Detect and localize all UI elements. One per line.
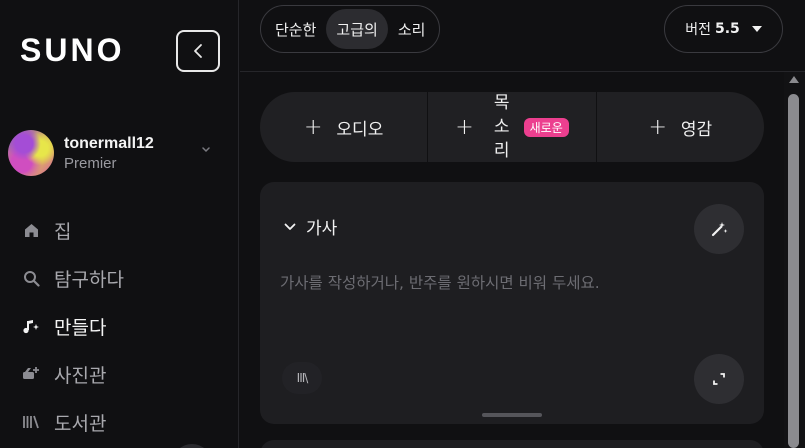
profile-menu[interactable]: tonermall12 Premier (8, 130, 218, 176)
caret-down-icon (751, 26, 762, 32)
add-options-bar: + 오디오 + 목소리 새로운 + 영감 (260, 92, 764, 162)
expand-icon (713, 373, 725, 385)
add-voice-label: 목소리 (493, 93, 510, 161)
plus-icon: + (455, 114, 474, 140)
lyrics-toggle[interactable]: 가사 (284, 214, 337, 239)
chevron-left-icon (194, 44, 202, 58)
lyrics-library-button[interactable]: III\ (282, 362, 322, 394)
magic-wand-icon (711, 222, 728, 237)
version-dropdown[interactable]: 버전 5.5 (664, 5, 783, 53)
topbar: 단순한 고급의 소리 버전 5.5 (240, 0, 805, 72)
expand-lyrics-button[interactable] (694, 354, 744, 404)
plus-icon: + (303, 114, 323, 140)
library-icon (22, 413, 40, 431)
collapse-sidebar-button[interactable] (176, 30, 220, 72)
sidebar-nav: 집 탐구하다 만들다 사진관 도서관 (0, 206, 238, 446)
add-audio-button[interactable]: + 오디오 (260, 92, 427, 162)
scroll-up-arrow-icon[interactable] (789, 76, 799, 83)
search-icon (22, 269, 40, 287)
new-badge: 새로운 (523, 117, 569, 137)
sidebar-item-label: 만들다 (54, 316, 107, 339)
plus-icon: + (648, 114, 667, 140)
chevron-down-icon (284, 223, 296, 230)
next-card (260, 440, 764, 448)
sidebar-item-create[interactable]: 만들다 (0, 302, 238, 350)
add-inspiration-label: 영감 (680, 119, 713, 140)
lyrics-title: 가사 (306, 219, 338, 239)
lyrics-card: 가사 III\ (260, 182, 764, 424)
version-number: 5.5 (714, 21, 740, 37)
sidebar-item-studio[interactable]: 사진관 (0, 350, 238, 398)
sidebar-item-label: 사진관 (54, 364, 107, 387)
mode-simple-button[interactable]: 단순한 (265, 9, 326, 49)
mode-sounds-button[interactable]: 소리 (388, 9, 436, 49)
add-audio-label: 오디오 (336, 119, 384, 140)
version-label: 버전 (685, 22, 711, 38)
generate-lyrics-button[interactable] (694, 204, 744, 254)
sidebar-item-explore[interactable]: 탐구하다 (0, 254, 238, 302)
mode-selector: 단순한 고급의 소리 (260, 5, 441, 53)
sidebar-item-label: 탐구하다 (54, 268, 124, 291)
profile-username: tonermall12 (64, 134, 154, 152)
sidebar: SUNO tonermall12 Premier 집 탐구하다 만들다 사진관 … (0, 0, 239, 448)
chevron-down-icon[interactable] (200, 146, 212, 154)
sidebar-item-home[interactable]: 집 (0, 206, 238, 254)
sidebar-item-label: 도서관 (54, 412, 107, 435)
sidebar-item-label: 집 (54, 220, 72, 243)
suno-logo[interactable]: SUNO (20, 32, 124, 69)
scrollbar-thumb[interactable] (788, 94, 799, 448)
lyrics-input[interactable] (280, 270, 690, 296)
sidebar-item-library[interactable]: 도서관 (0, 398, 238, 446)
add-inspiration-button[interactable]: + 영감 (595, 92, 764, 162)
music-sparkle-icon (22, 317, 40, 335)
home-icon (22, 221, 40, 239)
profile-plan: Premier (64, 154, 117, 172)
add-voice-button[interactable]: + 목소리 새로운 (427, 92, 595, 162)
library-icon: III\ (296, 371, 309, 385)
mode-advanced-button[interactable]: 고급의 (326, 9, 388, 49)
avatar (8, 130, 54, 176)
resize-handle[interactable] (482, 413, 542, 417)
studio-icon (22, 365, 40, 383)
